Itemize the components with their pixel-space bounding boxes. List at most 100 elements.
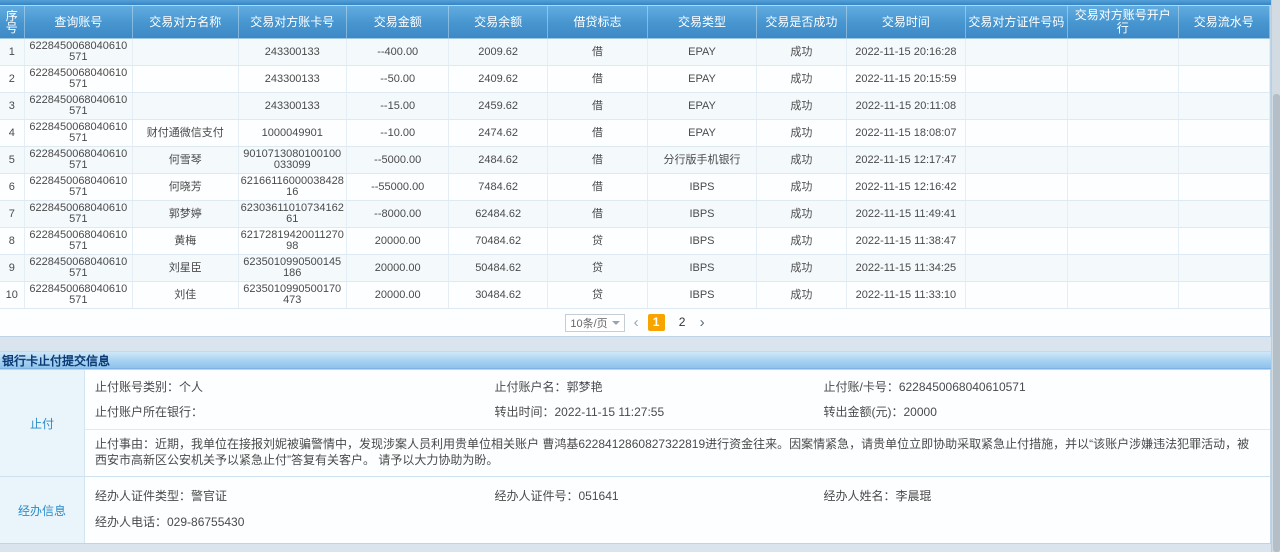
table-cell: [965, 66, 1067, 93]
field-agent-id-number: 经办人证件号：051641: [495, 483, 824, 509]
table-cell: 成功: [756, 147, 846, 174]
next-page-icon[interactable]: ›: [700, 315, 705, 330]
column-header: 交易是否成功: [756, 6, 846, 39]
stop-payment-section-title: 银行卡止付提交信息: [0, 351, 1280, 369]
table-cell: [965, 93, 1067, 120]
table-cell: 2474.62: [449, 120, 547, 147]
field-account-name: 止付账户名：郭梦艳: [495, 375, 824, 400]
table-cell: 62484.62: [449, 201, 547, 228]
table-cell: 2409.62: [449, 66, 547, 93]
table-cell: 借: [547, 147, 647, 174]
table-cell: [1178, 39, 1269, 66]
table-cell: 分行版手机银行: [648, 147, 756, 174]
table-cell: [965, 174, 1067, 201]
table-cell: EPAY: [648, 93, 756, 120]
table-cell: 6235010990500145186: [238, 255, 346, 282]
field-agent-id-type: 经办人证件类型：警官证: [95, 483, 495, 509]
table-cell: 1000049901: [238, 120, 346, 147]
table-row: 86228450068040610571黄梅621728194200112709…: [0, 228, 1270, 255]
table-cell: 50484.62: [449, 255, 547, 282]
table-cell: 何晓芳: [133, 174, 238, 201]
page-number-button[interactable]: 2: [674, 314, 691, 331]
table-cell: 贷: [547, 282, 647, 309]
table-cell: 6228450068040610571: [24, 147, 132, 174]
table-cell: [1068, 201, 1178, 228]
table-cell: 2022-11-15 20:16:28: [847, 39, 966, 66]
table-cell: 2459.62: [449, 93, 547, 120]
field-card-number: 止付账/卡号：6228450068040610571: [824, 375, 1271, 400]
table-row: 96228450068040610571刘星臣62350109905001451…: [0, 255, 1270, 282]
table-cell: 6235010990500170473: [238, 282, 346, 309]
transactions-table-header: 序号查询账号交易对方名称交易对方账卡号交易金额交易余额借贷标志交易类型交易是否成…: [0, 6, 1270, 39]
table-cell: IBPS: [648, 282, 756, 309]
table-cell: 6228450068040610571: [24, 93, 132, 120]
stop-payment-panel: 止付 止付账号类别：个人 止付账户名：郭梦艳 止付账/卡号：6228450068…: [0, 369, 1271, 544]
table-cell: IBPS: [648, 255, 756, 282]
stop-payment-row: 止付 止付账号类别：个人 止付账户名：郭梦艳 止付账/卡号：6228450068…: [0, 370, 1270, 477]
table-cell: --50.00: [346, 66, 448, 93]
table-cell: 借: [547, 66, 647, 93]
table-cell: 贷: [547, 228, 647, 255]
table-cell: 6228450068040610571: [24, 66, 132, 93]
table-cell: [133, 66, 238, 93]
pagination-bar: 10条/页 ‹ 12 ›: [0, 309, 1270, 336]
table-cell: 10: [0, 282, 24, 309]
table-cell: 成功: [756, 39, 846, 66]
table-cell: [1068, 93, 1178, 120]
table-cell: [1068, 66, 1178, 93]
table-cell: 借: [547, 39, 647, 66]
table-cell: [1178, 120, 1269, 147]
table-cell: 7484.62: [449, 174, 547, 201]
table-cell: [965, 228, 1067, 255]
column-header: 借贷标志: [547, 6, 647, 39]
table-cell: [965, 201, 1067, 228]
table-cell: [1178, 66, 1269, 93]
page-number-button[interactable]: 1: [648, 314, 665, 331]
scrollbar-thumb[interactable]: [1273, 94, 1280, 552]
table-cell: [965, 282, 1067, 309]
table-cell: --10.00: [346, 120, 448, 147]
table-cell: [965, 255, 1067, 282]
table-cell: 243300133: [238, 66, 346, 93]
table-cell: 郭梦婷: [133, 201, 238, 228]
table-cell: 财付通微信支付: [133, 120, 238, 147]
table-cell: 借: [547, 120, 647, 147]
table-cell: 70484.62: [449, 228, 547, 255]
table-cell: 借: [547, 201, 647, 228]
page-size-select[interactable]: 10条/页: [565, 314, 624, 332]
table-cell: 成功: [756, 66, 846, 93]
table-cell: 6: [0, 174, 24, 201]
table-cell: 243300133: [238, 93, 346, 120]
table-cell: [965, 120, 1067, 147]
vertical-scrollbar[interactable]: [1271, 0, 1280, 552]
table-cell: IBPS: [648, 201, 756, 228]
table-cell: [1178, 201, 1269, 228]
table-cell: 2022-11-15 12:17:47: [847, 147, 966, 174]
table-cell: 刘佳: [133, 282, 238, 309]
table-row: 106228450068040610571刘佳62350109905001704…: [0, 282, 1270, 309]
agent-info-row: 经办信息 经办人证件类型：警官证 经办人证件号：051641 经办人姓名：李晨琨…: [0, 477, 1270, 543]
table-cell: 2022-11-15 20:11:08: [847, 93, 966, 120]
table-cell: [1068, 228, 1178, 255]
table-cell: 成功: [756, 228, 846, 255]
table-row: 46228450068040610571财付通微信支付1000049901--1…: [0, 120, 1270, 147]
table-cell: [1068, 147, 1178, 174]
table-cell: [1178, 147, 1269, 174]
table-cell: [1068, 120, 1178, 147]
table-cell: 3: [0, 93, 24, 120]
column-header: 交易流水号: [1178, 6, 1269, 39]
table-cell: [133, 93, 238, 120]
table-cell: [1178, 93, 1269, 120]
field-bank: 止付账户所在银行：: [95, 400, 495, 425]
table-cell: 刘星臣: [133, 255, 238, 282]
table-cell: [965, 147, 1067, 174]
prev-page-icon[interactable]: ‹: [634, 315, 639, 330]
column-header: 交易类型: [648, 6, 756, 39]
table-cell: 1: [0, 39, 24, 66]
field-transfer-time: 转出时间：2022-11-15 11:27:55: [495, 400, 824, 425]
table-cell: IBPS: [648, 228, 756, 255]
table-cell: --5000.00: [346, 147, 448, 174]
field-agent-name: 经办人姓名：李晨琨: [824, 483, 1271, 509]
table-cell: 借: [547, 93, 647, 120]
stop-payment-reason: 止付事由：近期，我单位在接报刘妮被骗警情中，发现涉案人员利用贵单位相关账户 曹鸿…: [85, 429, 1270, 476]
